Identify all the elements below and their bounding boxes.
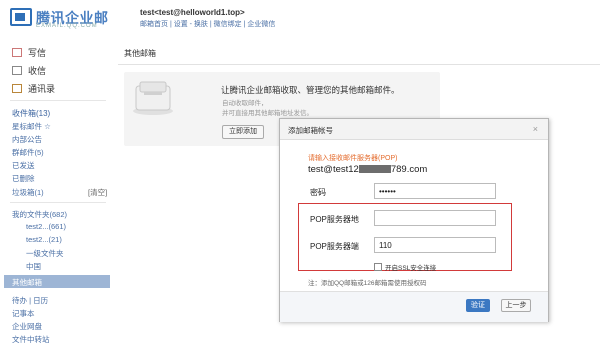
write-button[interactable]: 写信 <box>12 46 46 60</box>
sidebar-item-groups[interactable]: 群邮件(5) <box>12 147 44 158</box>
header: 腾讯企业邮 EXMAIL.QQ.COM test<test@helloworld… <box>0 0 608 36</box>
sidebar-item-other-mail[interactable]: 其他邮箱 <box>4 275 110 288</box>
sidebar-item-label: 其他邮箱 <box>12 278 42 287</box>
sidebar-item-folder[interactable]: 一级文件夹 <box>26 248 64 259</box>
sidebar-item-deleted[interactable]: 已删除 <box>12 173 35 184</box>
add-now-button[interactable]: 立即添加 <box>222 125 264 139</box>
logo[interactable]: 腾讯企业邮 EXMAIL.QQ.COM <box>10 8 130 30</box>
sidebar-item-my-folders[interactable]: 我的文件夹(682) <box>12 209 67 220</box>
checkbox-icon <box>374 263 382 271</box>
close-icon[interactable]: × <box>533 124 538 134</box>
pop-port-input[interactable]: 110 <box>374 237 496 253</box>
contacts-button[interactable]: 通讯录 <box>12 82 55 96</box>
inbox-icon <box>12 66 22 75</box>
add-account-dialog: 添加邮箱帐号 × 请输入接收邮件服务器(POP) test@test12 789.… <box>279 118 549 322</box>
sidebar-item-folder[interactable]: test2...(21) <box>26 235 62 244</box>
verify-button[interactable]: 验证 <box>466 299 490 312</box>
dialog-title: 添加邮箱帐号 <box>288 126 333 135</box>
promo-title: 让腾讯企业邮箱收取、管理您的其他邮箱邮件。 <box>221 85 400 95</box>
sidebar-item-inbox[interactable]: 收件箱(13) <box>12 108 50 119</box>
logo-icon <box>10 8 32 26</box>
ssl-label: 开启SSL安全连接 <box>385 265 437 272</box>
pop-server-input[interactable] <box>374 210 496 226</box>
sidebar-item-folder[interactable]: 中国 <box>26 261 41 272</box>
sidebar-item-notes[interactable]: 记事本 <box>12 308 35 319</box>
password-label: 密码 <box>310 188 326 197</box>
receive-button[interactable]: 收信 <box>12 64 46 78</box>
sidebar-item-disk[interactable]: 企业网盘 <box>12 321 42 332</box>
promo-subtitle: 并可直接用其他邮箱地址发信。 <box>222 110 313 117</box>
ssl-checkbox[interactable]: 开启SSL安全连接 <box>374 262 436 272</box>
sidebar-item-spam[interactable]: 垃圾箱(1) <box>12 187 44 198</box>
redaction-mask <box>358 165 391 173</box>
page-title: 其他邮箱 <box>124 49 156 58</box>
divider <box>10 100 106 101</box>
pop-hint-text: 请输入接收邮件服务器(POP) <box>308 155 398 162</box>
sidebar-item-starred[interactable]: 星标邮件 ☆ <box>12 121 51 132</box>
sidebar: 写信 收信 通讯录 收件箱(13) 星标邮件 ☆ 内部公告 群邮件(5) 已发送… <box>0 40 112 357</box>
sidebar-item-internal[interactable]: 内部公告 <box>12 134 42 145</box>
header-links[interactable]: 邮箱首页 | 设置 - 换肤 | 微信绑定 | 企业微信 <box>140 19 275 29</box>
account-email: test@test12 789.com <box>308 164 428 175</box>
divider <box>118 64 600 65</box>
user-email: test<test@helloworld1.top> <box>140 8 245 17</box>
clear-spam-link[interactable]: [清空] <box>88 187 107 198</box>
pop-server-label: POP服务器地 <box>310 215 359 224</box>
pop-port-label: POP服务器端 <box>310 242 359 251</box>
sidebar-item-sent[interactable]: 已发送 <box>12 160 35 171</box>
dialog-note: 注：添加QQ邮箱或126邮箱需使用授权码 <box>308 280 427 287</box>
sidebar-item-folder[interactable]: test2...(661) <box>26 222 66 231</box>
divider <box>10 202 106 203</box>
sidebar-item-todo[interactable]: 待办 | 日历 <box>12 295 48 306</box>
promo-subtitle: 自动收取邮件， <box>222 100 268 107</box>
sidebar-item-transfer[interactable]: 文件中转站 <box>12 334 50 345</box>
dialog-header: 添加邮箱帐号 × <box>280 119 548 140</box>
password-field[interactable]: •••••• <box>374 183 496 199</box>
logo-subtext: EXMAIL.QQ.COM <box>36 23 98 29</box>
mailbox-illustration-icon <box>133 81 173 115</box>
address-book-icon <box>12 84 22 93</box>
pencil-icon <box>12 48 22 57</box>
previous-step-button[interactable]: 上一步 <box>501 299 531 312</box>
